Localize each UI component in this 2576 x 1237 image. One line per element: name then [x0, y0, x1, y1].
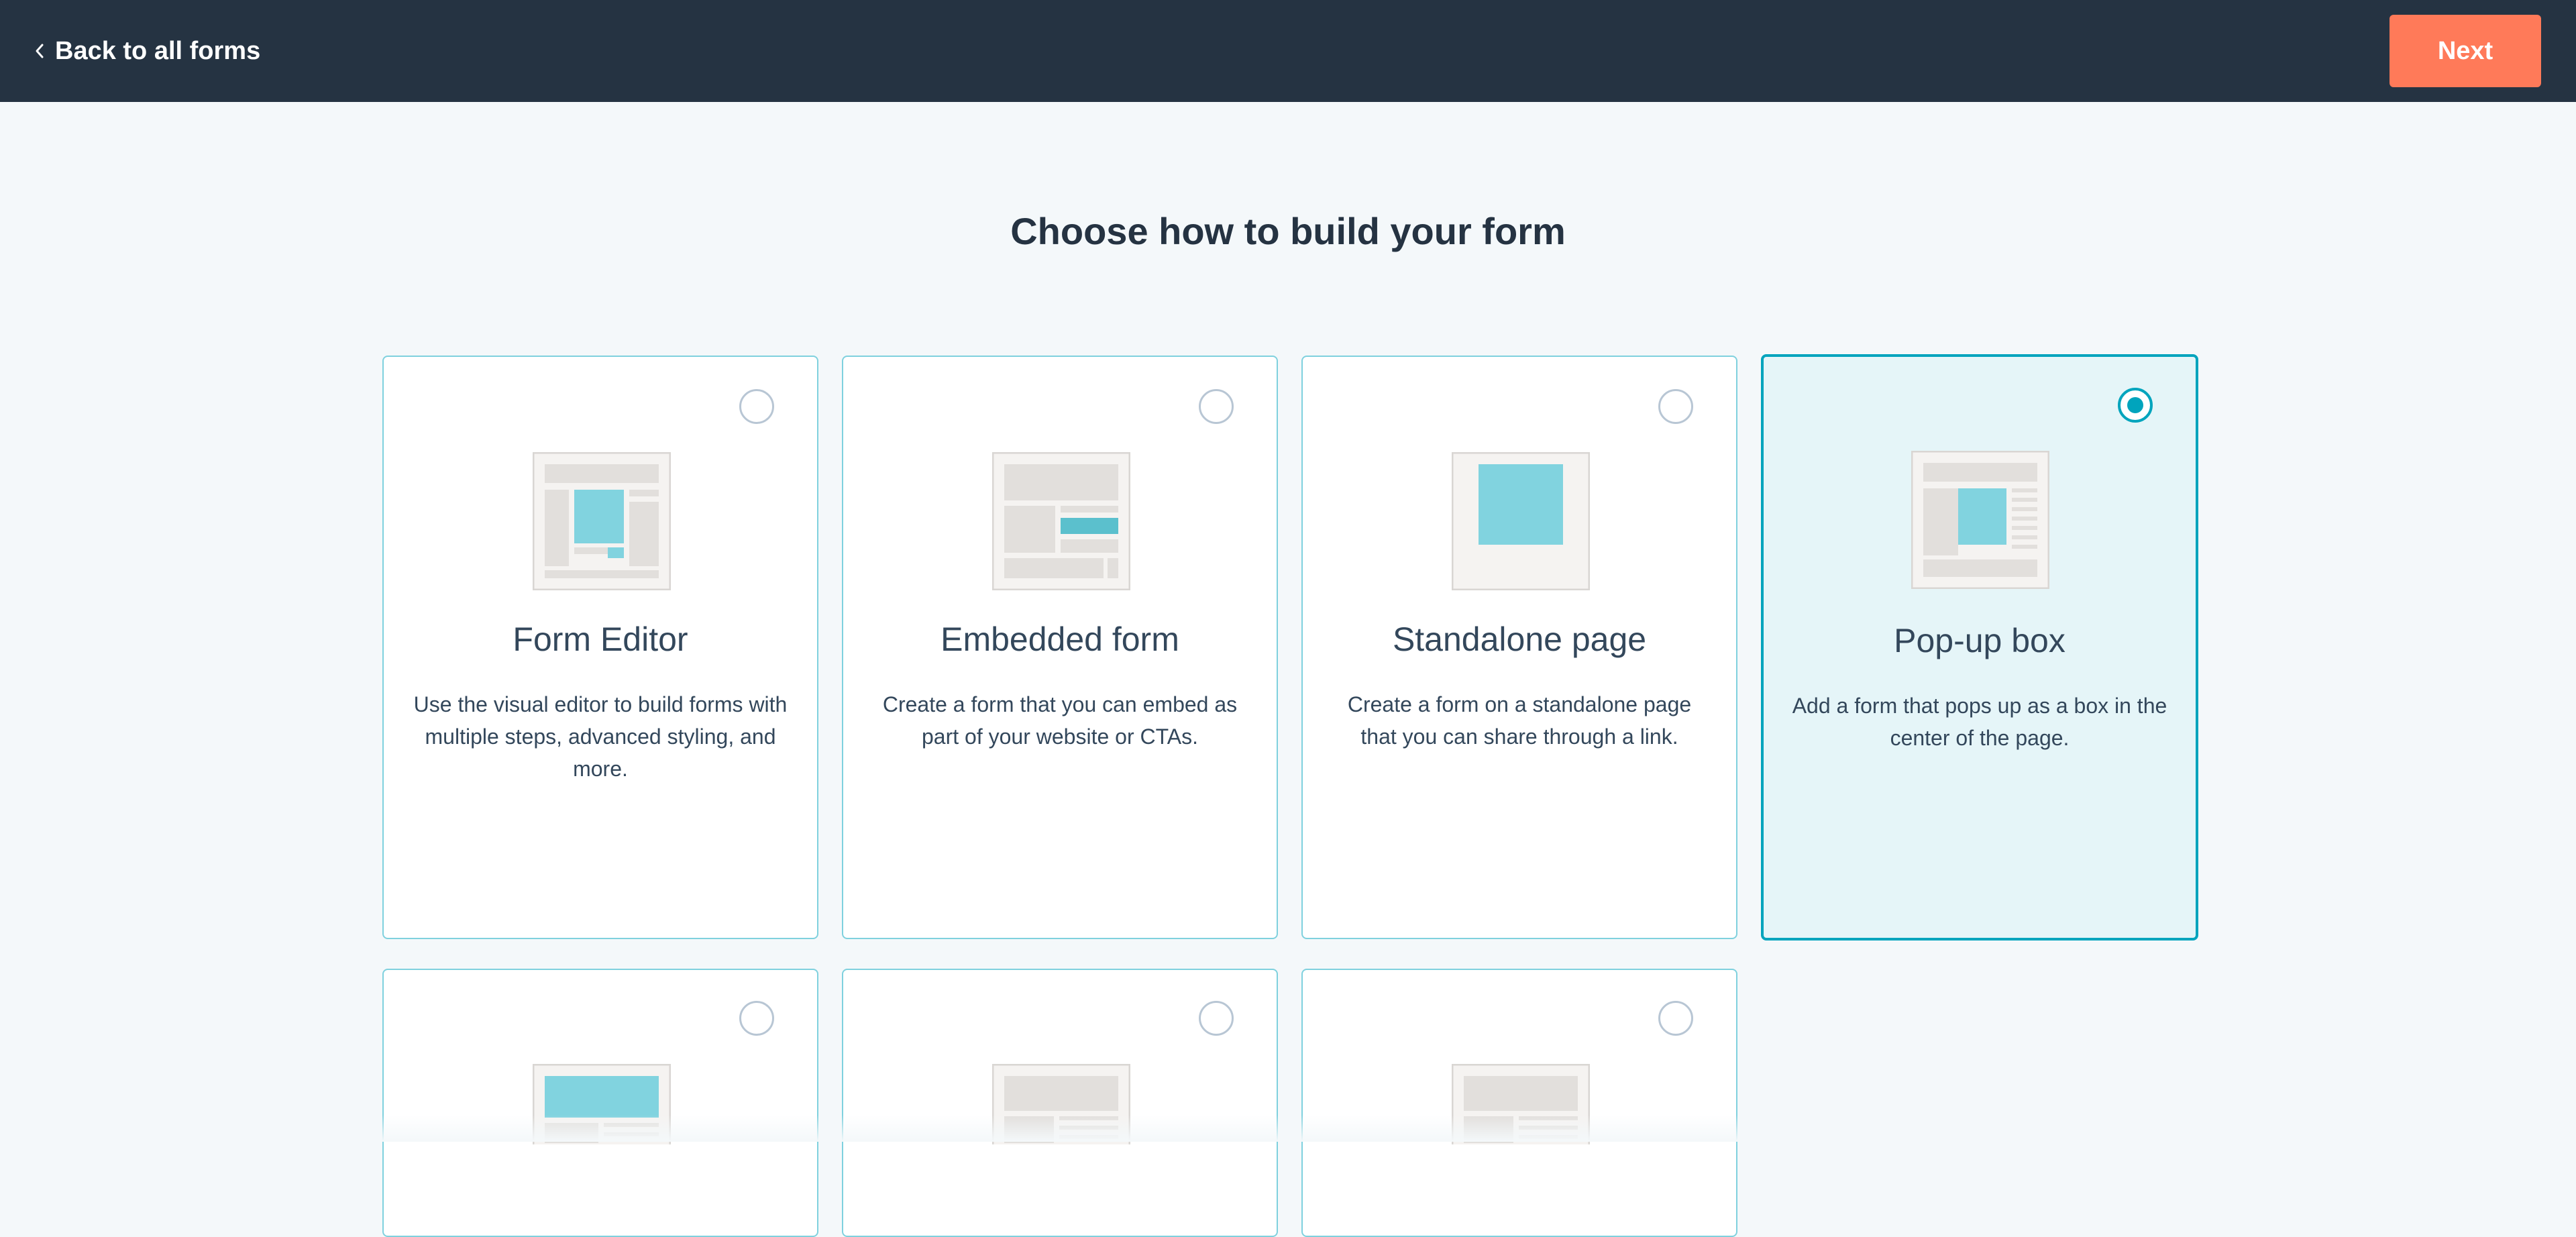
option-radio[interactable] — [739, 389, 774, 424]
option-title: Standalone page — [1392, 621, 1647, 658]
option-radio[interactable] — [1658, 389, 1693, 424]
option-radio[interactable] — [1658, 1001, 1693, 1036]
option-card-page-layout[interactable] — [1301, 969, 1737, 1237]
page-title: Choose how to build your form — [1010, 210, 1566, 252]
option-card-popup-box[interactable]: Pop-up box Add a form that pops up as a … — [1761, 354, 2198, 940]
option-card-form-editor[interactable]: Form Editor Use the visual editor to bui… — [382, 356, 818, 939]
embedded-form-icon — [991, 451, 1131, 594]
chevron-left-icon — [35, 43, 44, 59]
option-description: Add a form that pops up as a box in the … — [1792, 694, 2167, 750]
option-description: Create a form on a standalone page that … — [1347, 692, 1692, 749]
option-card-slide-in[interactable] — [842, 969, 1278, 1237]
option-card-standalone-page[interactable]: Standalone page Create a form on a stand… — [1301, 356, 1737, 939]
popup-box-icon — [1911, 450, 2050, 592]
option-radio[interactable] — [1199, 1001, 1234, 1036]
option-description: Create a form that you can embed as part… — [882, 692, 1238, 749]
option-card-embedded-form[interactable]: Embedded form Create a form that you can… — [842, 356, 1278, 939]
standalone-page-icon — [1451, 451, 1591, 594]
next-button[interactable]: Next — [2390, 15, 2541, 87]
option-description: Use the visual editor to build forms wit… — [413, 692, 788, 781]
top-bar: Back to all forms Next — [0, 0, 2576, 102]
option-title: Embedded form — [941, 621, 1179, 658]
back-label: Back to all forms — [55, 36, 261, 65]
option-radio[interactable] — [739, 1001, 774, 1036]
form-editor-icon — [532, 451, 672, 594]
option-title: Pop-up box — [1894, 622, 2065, 659]
option-radio[interactable] — [1199, 389, 1234, 424]
option-card-banner[interactable] — [382, 969, 818, 1237]
back-to-all-forms-link[interactable]: Back to all forms — [35, 32, 260, 70]
option-radio-checked[interactable] — [2118, 388, 2153, 423]
option-title: Form Editor — [513, 621, 688, 658]
bottom-fade — [0, 1115, 2576, 1142]
